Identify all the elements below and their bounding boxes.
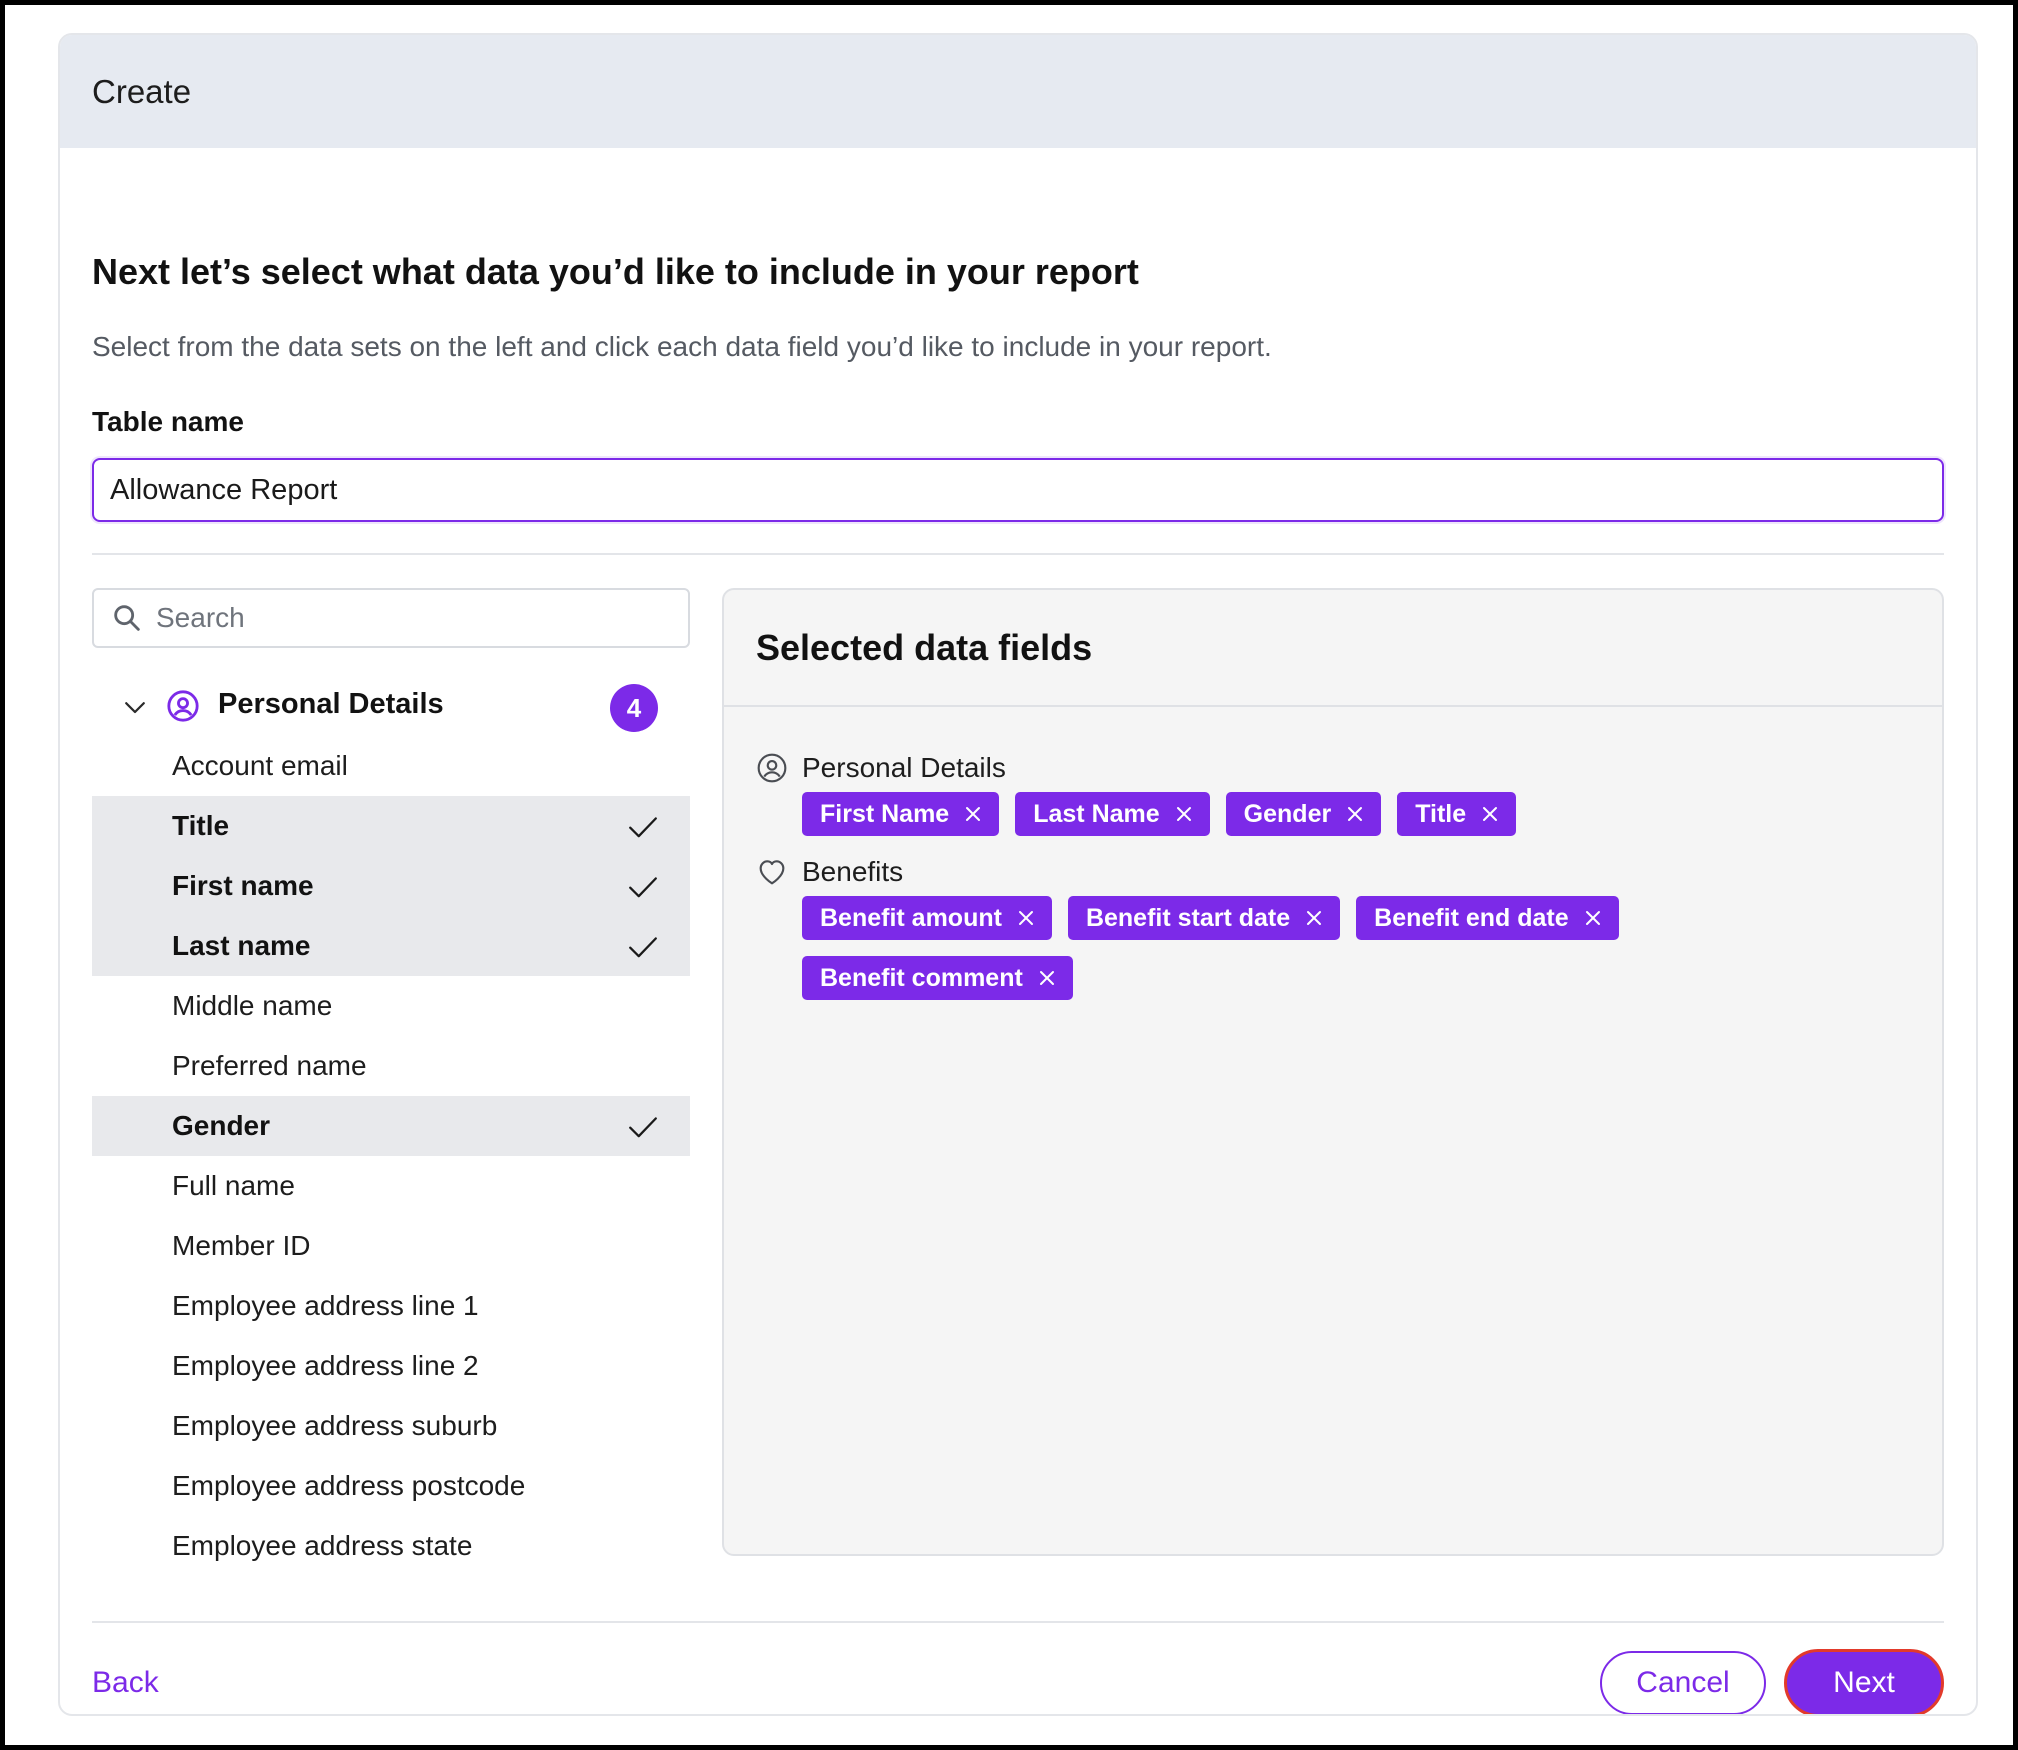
page-headline: Next let’s select what data you’d like t…	[92, 251, 1139, 292]
chip-label: Last Name	[1033, 799, 1160, 828]
close-icon[interactable]	[1304, 908, 1324, 928]
dialog-content: Next let’s select what data you’d like t…	[92, 148, 1944, 1714]
selected-count-badge: 4	[610, 684, 658, 732]
section-label: Personal Details	[802, 752, 1006, 783]
chip-benefit-end-date: Benefit end date	[1356, 896, 1619, 940]
field-label: Last name	[172, 930, 311, 961]
field-item-member-id[interactable]: Member ID	[92, 1216, 690, 1276]
field-label: Preferred name	[172, 1050, 367, 1081]
field-item-address-postcode[interactable]: Employee address postcode	[92, 1456, 690, 1516]
field-item-preferred-name[interactable]: Preferred name	[92, 1036, 690, 1096]
selected-section-personal-details: Personal Details First Name Last Name Ge…	[756, 748, 1910, 836]
create-dialog: Create Next let’s select what data you’d…	[58, 33, 1978, 1716]
field-label: Member ID	[172, 1230, 311, 1261]
field-label: Gender	[172, 1110, 271, 1141]
field-label: Employee address suburb	[172, 1410, 498, 1441]
chip-benefit-start-date: Benefit start date	[1067, 896, 1341, 940]
field-label: Full name	[172, 1170, 295, 1201]
chip-title: Title	[1397, 792, 1517, 836]
chip-gender: Gender	[1225, 792, 1382, 836]
search-input[interactable]	[156, 602, 656, 634]
field-label: Employee address line 2	[172, 1350, 479, 1381]
field-label: Employee address postcode	[172, 1470, 526, 1501]
chip-label: Gender	[1243, 799, 1332, 828]
chip-benefit-comment: Benefit comment	[802, 956, 1073, 1000]
field-label: First name	[172, 870, 314, 901]
search-icon	[114, 605, 140, 631]
check-icon	[629, 817, 657, 838]
chip-label: Benefit amount	[820, 903, 1002, 932]
chip-last-name: Last Name	[1015, 792, 1210, 836]
dialog-title: Create	[92, 72, 192, 110]
field-item-middle-name[interactable]: Middle name	[92, 976, 690, 1036]
field-item-address-line-2[interactable]: Employee address line 2	[92, 1336, 690, 1396]
chip-label: Title	[1415, 799, 1467, 828]
data-sets-panel: Personal Details 4 Account email Title F…	[92, 588, 690, 1660]
search-box[interactable]	[92, 588, 690, 648]
chip-benefit-amount: Benefit amount	[802, 896, 1052, 940]
table-name-label: Table name	[92, 406, 244, 437]
close-icon[interactable]	[1016, 908, 1036, 928]
close-icon[interactable]	[1583, 908, 1603, 928]
check-icon	[629, 1117, 657, 1138]
table-name-input[interactable]	[92, 458, 1944, 522]
section-label: Benefits	[802, 856, 904, 887]
chip-label: Benefit start date	[1085, 903, 1291, 932]
check-icon	[629, 877, 657, 898]
field-item-title[interactable]: Title	[92, 796, 690, 856]
close-icon[interactable]	[963, 804, 983, 824]
page-subtext: Select from the data sets on the left an…	[92, 331, 1272, 362]
field-item-first-name[interactable]: First name	[92, 856, 690, 916]
field-item-address-line-1[interactable]: Employee address line 1	[92, 1276, 690, 1336]
selected-fields-panel: Selected data fields Personal Details Fi…	[722, 588, 1944, 1556]
chip-label: Benefit comment	[820, 963, 1023, 992]
back-link[interactable]: Back	[92, 1666, 159, 1700]
data-set-label: Personal Details	[218, 688, 444, 720]
user-circle-icon	[757, 753, 787, 783]
field-item-full-name[interactable]: Full name	[92, 1156, 690, 1216]
field-item-address-state[interactable]: Employee address state	[92, 1516, 690, 1576]
close-icon[interactable]	[1174, 804, 1194, 824]
field-list: Account email Title First name Last name…	[92, 736, 690, 1576]
heart-icon	[759, 860, 785, 885]
field-label: Employee address line 1	[172, 1290, 479, 1321]
cancel-button[interactable]: Cancel	[1600, 1651, 1766, 1714]
selected-section-benefits: Benefits Benefit amount Benefit start da…	[756, 852, 1910, 1000]
field-item-address-suburb[interactable]: Employee address suburb	[92, 1396, 690, 1456]
user-circle-icon	[167, 690, 199, 722]
data-set-personal-details[interactable]: Personal Details 4	[92, 676, 690, 736]
field-item-gender[interactable]: Gender	[92, 1096, 690, 1156]
close-icon[interactable]	[1345, 804, 1365, 824]
chevron-down-icon[interactable]	[120, 692, 150, 722]
close-icon[interactable]	[1480, 804, 1500, 824]
field-label: Middle name	[172, 990, 333, 1021]
dialog-header: Create	[60, 35, 1976, 148]
close-icon[interactable]	[1037, 968, 1057, 988]
field-label: Account email	[172, 750, 348, 781]
field-item-account-email[interactable]: Account email	[92, 736, 690, 796]
chip-label: Benefit end date	[1374, 903, 1569, 932]
selected-fields-title: Selected data fields	[724, 590, 1942, 707]
next-button[interactable]: Next	[1784, 1649, 1944, 1714]
field-label: Title	[172, 810, 230, 841]
divider	[92, 553, 1944, 555]
check-icon	[629, 937, 657, 958]
field-label: Employee address state	[172, 1530, 473, 1561]
field-item-last-name[interactable]: Last name	[92, 916, 690, 976]
footer-divider	[92, 1621, 1944, 1623]
chip-first-name: First Name	[802, 792, 1000, 836]
chip-label: First Name	[820, 799, 950, 828]
